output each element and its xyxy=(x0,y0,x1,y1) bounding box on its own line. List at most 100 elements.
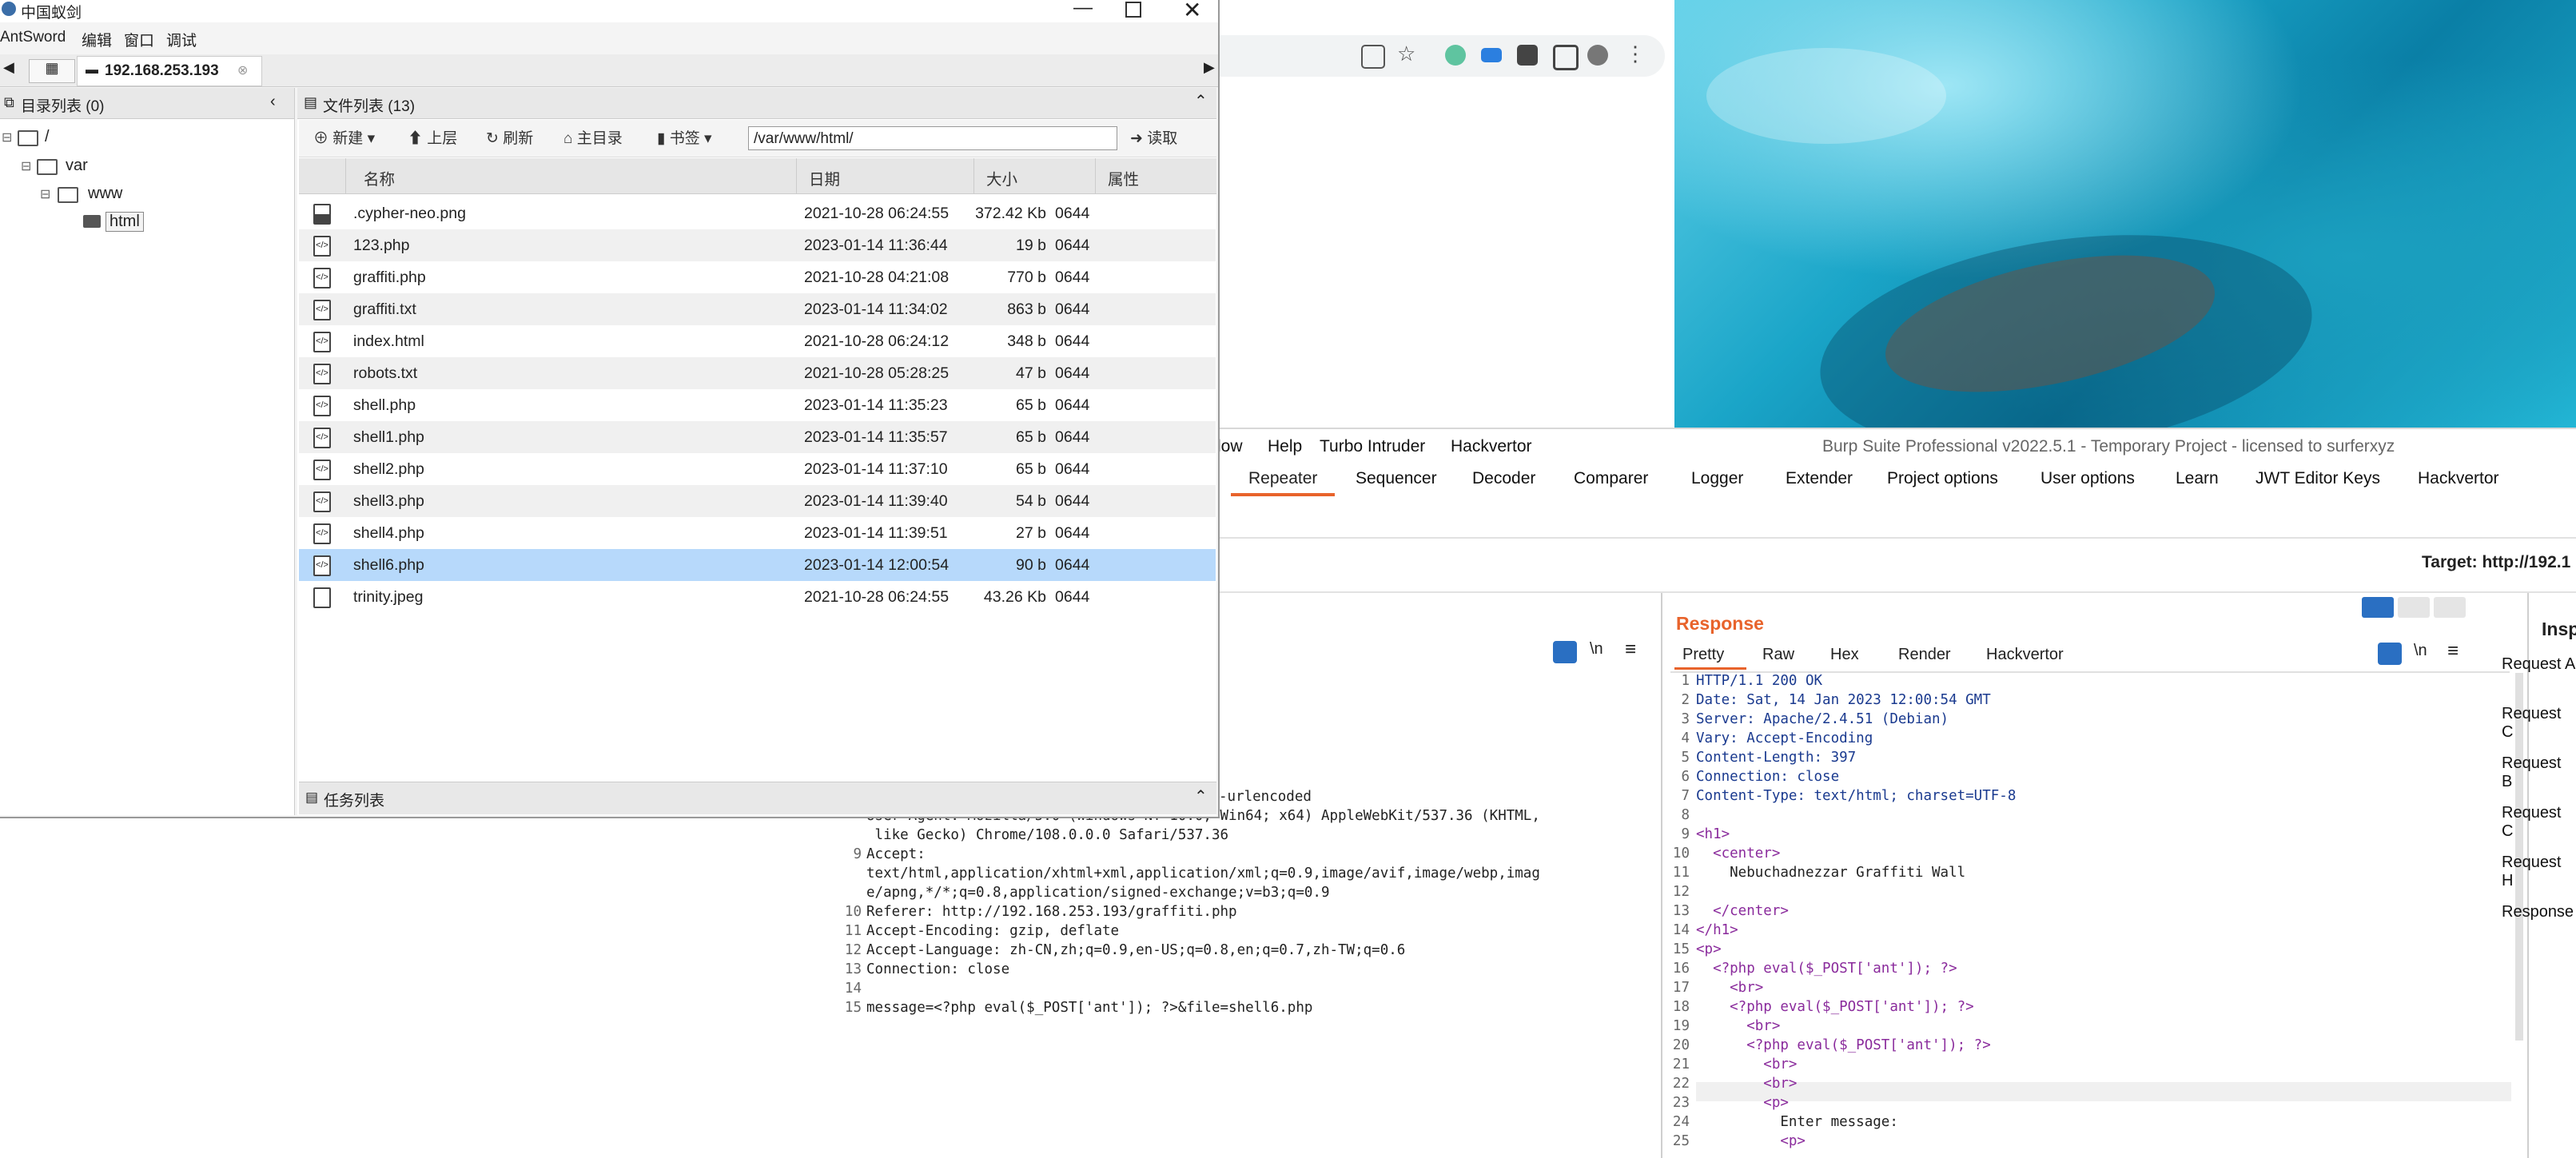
tree-collapse-icon[interactable]: ⊟ xyxy=(2,129,12,145)
newline-toggle-icon[interactable]: \n xyxy=(1590,640,1603,659)
table-row[interactable]: </> shell1.php 2023-01-14 11:35:57 65 b 0644 xyxy=(299,421,1216,453)
tree-root[interactable]: / xyxy=(45,128,50,146)
cell-name: shell.php xyxy=(353,396,416,414)
hamburger-menu-icon[interactable]: ≡ xyxy=(1625,639,1636,661)
maximize-icon[interactable] xyxy=(1125,2,1141,18)
tree-collapse-icon[interactable]: ⊟ xyxy=(21,158,31,174)
tab-sequencer[interactable]: Sequencer xyxy=(1356,469,1437,488)
expand-icon[interactable]: ⌃ xyxy=(1194,786,1208,806)
hamburger-menu-icon[interactable]: ≡ xyxy=(2447,640,2459,663)
tab-logger[interactable]: Logger xyxy=(1691,469,1743,488)
menu-turbo-intruder[interactable]: Turbo Intruder xyxy=(1320,437,1425,456)
scroll-left-icon[interactable]: ◀ xyxy=(3,59,14,76)
response-tab-hex[interactable]: Hex xyxy=(1830,646,1859,664)
tree-collapse-icon[interactable]: ⊟ xyxy=(40,186,50,202)
menu-window[interactable]: 窗口 xyxy=(124,29,154,50)
table-row[interactable]: </> shell3.php 2023-01-14 11:39:40 54 b 0644 xyxy=(299,485,1216,517)
cell-date: 2023-01-14 12:00:54 xyxy=(804,556,950,574)
extension-icon[interactable] xyxy=(1481,48,1502,62)
tab-extender[interactable]: Extender xyxy=(1786,469,1853,488)
collapse-icon[interactable]: ‹ xyxy=(270,93,276,111)
new-button[interactable]: ⊕ 新建 ▾ xyxy=(313,126,375,148)
up-button[interactable]: ⬆ 上层 xyxy=(408,126,457,148)
tab-close-icon[interactable]: ⊗ xyxy=(237,62,248,78)
menu-help[interactable]: Help xyxy=(1268,437,1302,456)
inspector-request-headers[interactable]: Request H xyxy=(2502,854,2576,890)
path-input[interactable]: /var/www/html/ xyxy=(748,126,1117,150)
home-dir-button[interactable]: ⌂ 主目录 xyxy=(563,126,623,148)
response-tab-pretty[interactable]: Pretty xyxy=(1682,646,1724,664)
tree-var[interactable]: var xyxy=(66,157,88,175)
sidepanel-icon[interactable] xyxy=(1553,45,1579,70)
line-number: 8 xyxy=(1681,807,1690,823)
inspector-response-headers[interactable]: Response xyxy=(2502,903,2574,921)
menu-hackvertor[interactable]: Hackvertor xyxy=(1451,437,1532,456)
layout-horizontal-icon[interactable] xyxy=(2398,597,2430,618)
bookmark-star-icon[interactable]: ☆ xyxy=(1397,42,1418,66)
column-date[interactable]: 日期 xyxy=(809,166,840,189)
line-number: 13 xyxy=(844,961,862,977)
menu-edit[interactable]: 编辑 xyxy=(82,29,112,50)
cell-date: 2023-01-14 11:37:10 xyxy=(804,460,948,478)
cell-size: 54 b xyxy=(1016,492,1046,510)
scroll-right-icon[interactable]: ▶ xyxy=(1204,59,1215,76)
response-tab-render[interactable]: Render xyxy=(1898,646,1951,664)
response-line: <br> xyxy=(1696,1018,1781,1034)
table-row[interactable]: </> shell.php 2023-01-14 11:35:23 65 b 0644 xyxy=(299,389,1216,421)
tab-repeater[interactable]: Repeater xyxy=(1248,469,1317,488)
table-row[interactable]: </> graffiti.php 2021-10-28 04:21:08 770 b 0… xyxy=(299,261,1216,293)
pretty-toggle-icon[interactable] xyxy=(2378,643,2402,665)
refresh-button[interactable]: ↻ 刷新 xyxy=(486,126,533,148)
table-row[interactable]: </> graffiti.txt 2023-01-14 11:34:02 863 b 0… xyxy=(299,293,1216,325)
column-name[interactable]: 名称 xyxy=(364,166,395,189)
menu-kebab-icon[interactable]: ⋮ xyxy=(1625,42,1646,66)
layout-vertical-icon[interactable] xyxy=(2434,597,2466,618)
inspector-request-cookies-2[interactable]: Request C xyxy=(2502,804,2576,841)
tab-user-options[interactable]: User options xyxy=(2040,469,2135,488)
profile-avatar-icon[interactable] xyxy=(1587,45,1608,66)
cell-size: 65 b xyxy=(1016,396,1046,414)
extension-icon[interactable] xyxy=(1445,45,1466,66)
tab-connection[interactable]: ▬ 192.168.253.193 ⊗ xyxy=(77,56,262,86)
menu-debug[interactable]: 调试 xyxy=(166,29,197,50)
minimize-icon[interactable]: — xyxy=(1073,0,1093,19)
menu-window[interactable]: low xyxy=(1217,437,1243,456)
inspector-request-attributes[interactable]: Request A xyxy=(2502,655,2575,674)
table-row[interactable]: .cypher-neo.png 2021-10-28 06:24:55 372.42… xyxy=(299,197,1216,229)
home-grid-icon[interactable]: ▦ xyxy=(29,59,75,83)
puzzle-icon[interactable] xyxy=(1517,45,1538,66)
tab-decoder[interactable]: Decoder xyxy=(1472,469,1535,488)
column-attr[interactable]: 属性 xyxy=(1108,166,1139,189)
tab-jwt-editor-keys[interactable]: JWT Editor Keys xyxy=(2255,469,2380,488)
table-row[interactable]: </> shell4.php 2023-01-14 11:39:51 27 b 0644 xyxy=(299,517,1216,549)
table-row[interactable]: </> robots.txt 2021-10-28 05:28:25 47 b 0644 xyxy=(299,357,1216,389)
tree-www[interactable]: www xyxy=(88,185,122,203)
read-button[interactable]: ➜ 读取 xyxy=(1130,126,1177,148)
table-row[interactable]: </> shell6.php 2023-01-14 12:00:54 90 b 0644 xyxy=(299,549,1216,581)
response-tab-hackvertor[interactable]: Hackvertor xyxy=(1986,646,2064,664)
response-tab-raw[interactable]: Raw xyxy=(1762,646,1794,664)
task-panel[interactable] xyxy=(299,782,1216,814)
inspector-request-cookies[interactable]: Request C xyxy=(2502,705,2576,742)
collapse-up-icon[interactable]: ⌃ xyxy=(1194,91,1208,111)
column-size[interactable]: 大小 xyxy=(986,166,1017,189)
close-icon[interactable]: ✕ xyxy=(1183,0,1201,23)
tab-comparer[interactable]: Comparer xyxy=(1574,469,1648,488)
menu-antsword[interactable]: AntSword xyxy=(0,29,66,46)
tab-project-options[interactable]: Project options xyxy=(1887,469,1998,488)
table-row[interactable]: </> shell2.php 2023-01-14 11:37:10 65 b 0644 xyxy=(299,453,1216,485)
tab-learn[interactable]: Learn xyxy=(2176,469,2219,488)
tab-hackvertor[interactable]: Hackvertor xyxy=(2418,469,2499,488)
inspector-request-body[interactable]: Request B xyxy=(2502,754,2576,791)
newline-toggle-icon[interactable]: \n xyxy=(2414,642,2427,660)
table-row[interactable]: </> index.html 2021-10-28 06:24:12 348 b 064… xyxy=(299,325,1216,357)
table-row[interactable]: </> 123.php 2023-01-14 11:36:44 19 b 0644 xyxy=(299,229,1216,261)
target-label[interactable]: Target: http://192.1 xyxy=(2422,553,2570,572)
share-icon[interactable] xyxy=(1361,45,1385,69)
layout-split-icon[interactable] xyxy=(2362,597,2394,618)
table-row[interactable]: trinity.jpeg 2021-10-28 06:24:55 43.26 Kb 0… xyxy=(299,581,1216,613)
tree-html[interactable]: html xyxy=(106,212,144,232)
pretty-toggle-icon[interactable] xyxy=(1553,641,1577,663)
cell-attr: 0644 xyxy=(1055,396,1090,414)
bookmark-button[interactable]: ▮ 书签 ▾ xyxy=(657,126,712,148)
